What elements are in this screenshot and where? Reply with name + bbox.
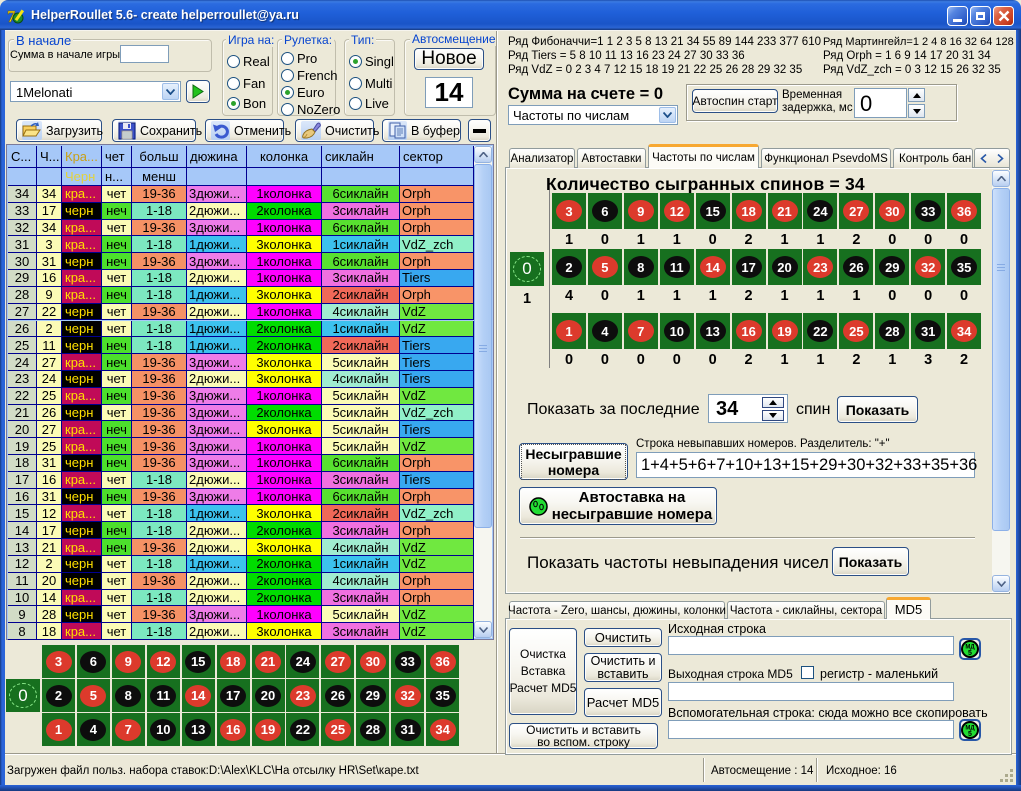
svg-text:5: 5 bbox=[968, 650, 972, 657]
svg-text:5: 5 bbox=[968, 731, 972, 738]
